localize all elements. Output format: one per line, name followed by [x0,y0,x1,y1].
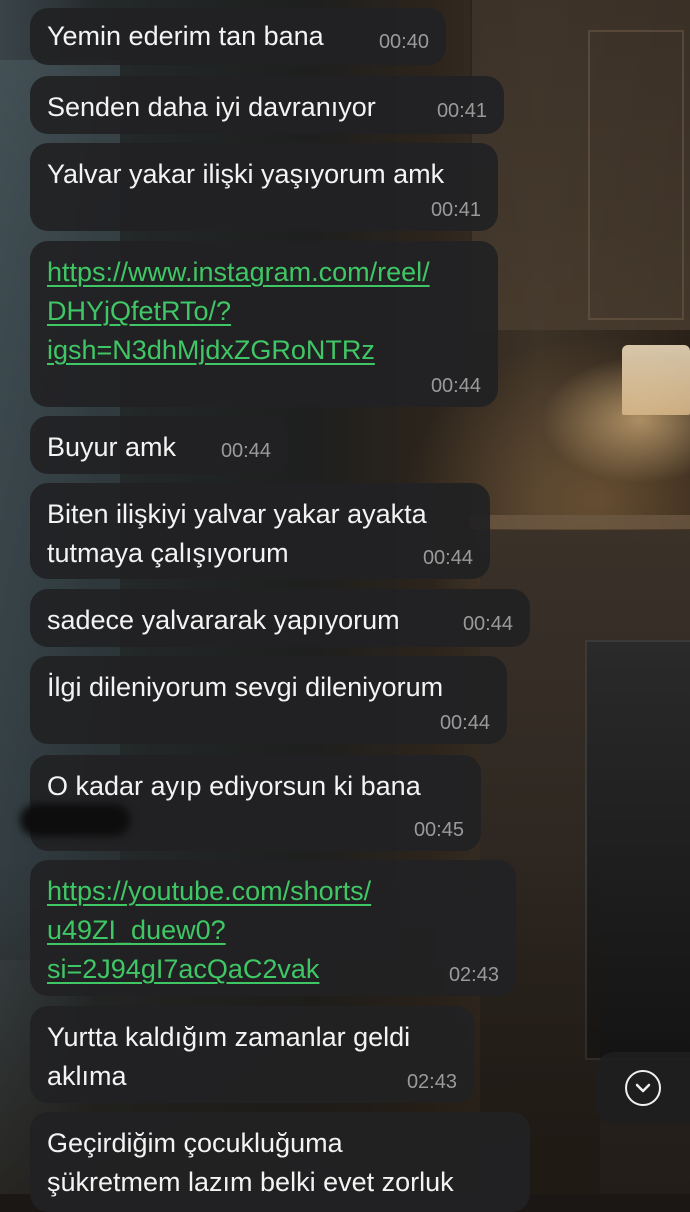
message-time: 00:41 [430,199,481,221]
message-time: 02:43 [406,1071,457,1093]
message-time: 00:45 [413,819,464,841]
message-bubble[interactable]: O kadar ayıp ediyorsun ki bana 00:45 [30,755,481,851]
message-text: O kadar ayıp ediyorsun ki bana [47,771,421,801]
message-time: 00:40 [378,31,429,53]
message-list[interactable]: Yemin ederim tan bana 00:40 Senden daha … [0,0,690,1212]
message-text: sadece yalvararak yapıyorum [47,605,400,635]
message-text: Yemin ederim tan bana [47,21,324,51]
message-link-line[interactable]: DHYjQfetRTo/? [47,292,481,331]
message-link-line[interactable]: https://youtube.com/shorts/ [47,872,499,911]
message-text: şükretmem lazım belki evet zorluk [47,1167,454,1197]
message-time: 00:44 [220,440,271,462]
message-text: tutmaya çalışıyorum [47,538,289,568]
message-link-line[interactable]: https://www.instagram.com/reel/ [47,253,481,292]
chevron-down-circle-icon [625,1070,661,1106]
message-time: 00:44 [430,375,481,397]
message-text: Biten ilişkiyi yalvar yakar ayakta [47,499,427,529]
message-bubble[interactable]: Senden daha iyi davranıyor 00:41 [30,76,504,134]
scroll-to-bottom-button[interactable] [596,1052,690,1124]
message-bubble[interactable]: https://www.instagram.com/reel/ DHYjQfet… [30,241,498,407]
message-text: aklıma [47,1061,127,1091]
message-link-line[interactable]: si=2J94gI7acQaC2vak [47,950,499,989]
message-text: Yalvar yakar ilişki yaşıyorum amk [47,159,445,189]
message-text: Geçirdiğim çocukluğuma [47,1128,343,1158]
message-bubble[interactable]: İlgi dileniyorum sevgi dileniyorum 00:44 [30,656,507,744]
message-link-line[interactable]: u49ZI_duew0? [47,911,499,950]
message-bubble[interactable]: Yalvar yakar ilişki yaşıyorum amk 00:41 [30,143,498,231]
message-time: 00:44 [439,712,490,734]
message-time: 00:44 [422,547,473,569]
message-bubble[interactable]: Buyur amk 00:44 [30,416,288,474]
message-bubble[interactable]: Yurtta kaldığım zamanlar geldi aklıma 02… [30,1006,474,1103]
message-bubble[interactable]: sadece yalvararak yapıyorum 00:44 [30,589,530,647]
message-bubble[interactable]: Biten ilişkiyi yalvar yakar ayakta tutma… [30,483,490,579]
message-text: Yurtta kaldığım zamanlar geldi [47,1022,411,1052]
message-link-line[interactable]: igsh=N3dhMjdxZGRoNTRz [47,331,481,370]
message-text: Senden daha iyi davranıyor [47,92,376,122]
message-bubble[interactable]: Geçirdiğim çocukluğuma şükretmem lazım b… [30,1112,530,1212]
message-time: 00:44 [462,613,513,635]
message-time: 02:43 [448,964,499,986]
message-bubble[interactable]: Yemin ederim tan bana 00:40 [30,8,446,65]
redacted-blur [20,804,130,836]
message-bubble[interactable]: https://youtube.com/shorts/ u49ZI_duew0?… [30,860,516,996]
message-time: 00:41 [436,100,487,122]
message-text: İlgi dileniyorum sevgi dileniyorum [47,672,444,702]
